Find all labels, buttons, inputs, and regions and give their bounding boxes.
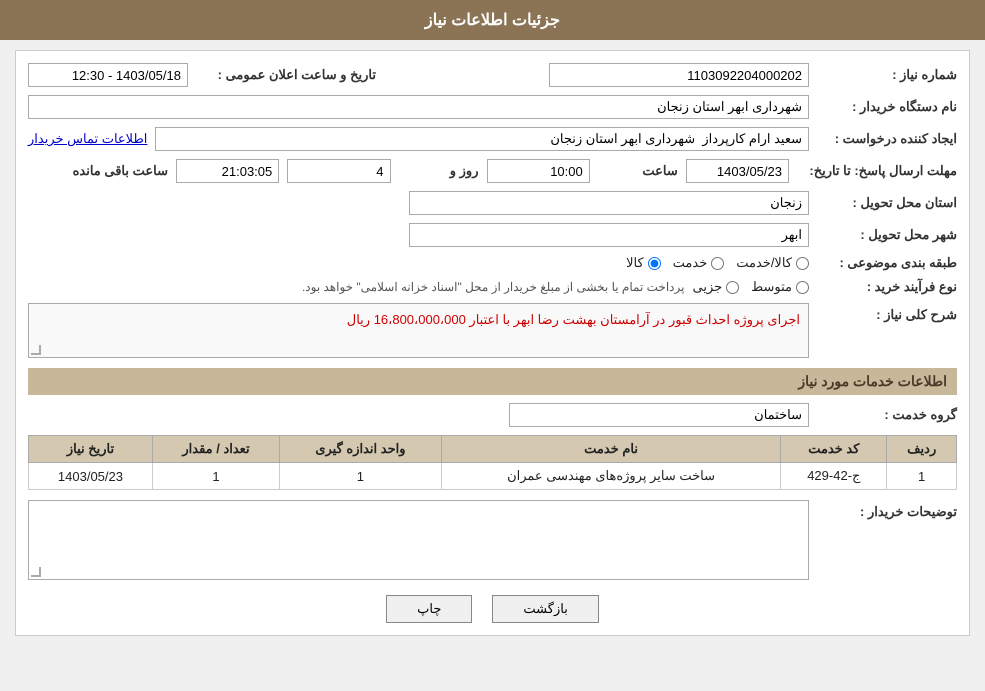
tarikh-input[interactable] xyxy=(28,63,188,87)
col-radif: ردیف xyxy=(887,436,957,463)
radio-motevaset-label: متوسط xyxy=(751,279,792,295)
cell-radif: 1 xyxy=(887,463,957,490)
sharh-text: اجرای پروژه احداث قبور در آرامستان بهشت … xyxy=(347,312,800,327)
cell-kod: ج-42-429 xyxy=(781,463,887,490)
ettelaat-link[interactable]: اطلاعات تماس خریدار xyxy=(28,131,147,147)
ijad-input[interactable] xyxy=(155,127,809,151)
radio-khidmat-input[interactable] xyxy=(711,257,724,270)
radio-kala[interactable]: کالا xyxy=(626,255,661,271)
tarikh-label: تاریخ و ساعت اعلان عمومی : xyxy=(196,67,376,83)
rooz-label: روز و xyxy=(399,163,479,179)
ostan-row: استان محل تحویل : xyxy=(28,191,957,215)
cell-tarikh: 1403/05/23 xyxy=(29,463,153,490)
radio-kala-khidmat[interactable]: کالا/خدمت xyxy=(736,255,809,271)
col-tarikh: تاریخ نیاز xyxy=(29,436,153,463)
tabaqe-label: طبقه بندی موضوعی : xyxy=(817,255,957,271)
shahr-label: شهر محل تحویل : xyxy=(817,227,957,243)
resize-handle xyxy=(31,345,41,355)
farayand-radios: متوسط جزیی xyxy=(692,279,809,295)
ijad-label: ایجاد کننده درخواست : xyxy=(817,131,957,147)
grooh-row: گروه خدمت : xyxy=(28,403,957,427)
table-header-row: ردیف کد خدمت نام خدمت واحد اندازه گیری ت… xyxy=(29,436,957,463)
mohlat-row: مهلت ارسال پاسخ: تا تاریخ: ساعت روز و سا… xyxy=(28,159,957,183)
cell-tedad: 1 xyxy=(152,463,279,490)
grooh-label: گروه خدمت : xyxy=(817,407,957,423)
radio-kala-khidmat-input[interactable] xyxy=(796,257,809,270)
radio-motevaset[interactable]: متوسط xyxy=(751,279,809,295)
ostan-input[interactable] xyxy=(409,191,809,215)
radio-motevaset-input[interactable] xyxy=(796,281,809,294)
radio-jozvi[interactable]: جزیی xyxy=(692,279,739,295)
rooz-input[interactable] xyxy=(287,159,390,183)
sharh-label: شرح کلی نیاز : xyxy=(817,303,957,323)
print-button[interactable]: چاپ xyxy=(386,595,472,623)
tabaqe-radios: کالا/خدمت خدمت کالا xyxy=(626,255,809,271)
baghimande-input[interactable] xyxy=(176,159,279,183)
shahr-input[interactable] xyxy=(409,223,809,247)
footer-buttons: بازگشت چاپ xyxy=(28,595,957,623)
namdastgah-label: نام دستگاه خریدار : xyxy=(817,99,957,115)
radio-jozvi-input[interactable] xyxy=(726,281,739,294)
mohlat-date-input[interactable] xyxy=(686,159,789,183)
sharh-row: شرح کلی نیاز : اجرای پروژه احداث قبور در… xyxy=(28,303,957,358)
tabaqe-row: طبقه بندی موضوعی : کالا/خدمت خدمت کالا xyxy=(28,255,957,271)
noe-farayand-row: نوع فرآیند خرید : متوسط جزیی پرداخت تمام… xyxy=(28,279,957,295)
mohlat-label: مهلت ارسال پاسخ: تا تاریخ: xyxy=(797,163,957,179)
ostan-label: استان محل تحویل : xyxy=(817,195,957,211)
notes-resize-handle xyxy=(31,567,41,577)
radio-khidmat[interactable]: خدمت xyxy=(673,255,725,271)
col-nam: نام خدمت xyxy=(441,436,781,463)
saat-label: ساعت xyxy=(598,163,678,179)
col-vahed: واحد اندازه گیری xyxy=(280,436,442,463)
services-table: ردیف کد خدمت نام خدمت واحد اندازه گیری ت… xyxy=(28,435,957,490)
radio-jozvi-label: جزیی xyxy=(692,279,722,295)
mohlat-saat-input[interactable] xyxy=(487,159,590,183)
cell-vahed: 1 xyxy=(280,463,442,490)
cell-nam: ساخت سایر پروژه‌های مهندسی عمران xyxy=(441,463,781,490)
radio-kala-input[interactable] xyxy=(648,257,661,270)
shomare-niaz-label: شماره نیاز : xyxy=(817,67,957,83)
shomare-niaz-input[interactable] xyxy=(549,63,809,87)
col-kod: کد خدمت xyxy=(781,436,887,463)
page-wrapper: جزئیات اطلاعات نیاز شماره نیاز : تاریخ و… xyxy=(0,0,985,691)
radio-kala-label: کالا xyxy=(626,255,644,271)
noe-farayand-label: نوع فرآیند خرید : xyxy=(817,279,957,295)
radio-khidmat-label: خدمت xyxy=(673,255,708,271)
shomare-niaz-row: شماره نیاز : تاریخ و ساعت اعلان عمومی : xyxy=(28,63,957,87)
khidmat-section-header: اطلاعات خدمات مورد نیاز xyxy=(28,368,957,395)
sharh-box[interactable]: اجرای پروژه احداث قبور در آرامستان بهشت … xyxy=(28,303,809,358)
table-row: 1ج-42-429ساخت سایر پروژه‌های مهندسی عمرا… xyxy=(29,463,957,490)
ijad-row: ایجاد کننده درخواست : اطلاعات تماس خریدا… xyxy=(28,127,957,151)
tawzih-label: توضیحات خریدار : xyxy=(817,500,957,520)
baghimande-label: ساعت باقی مانده xyxy=(28,163,168,179)
tawzih-box[interactable] xyxy=(28,500,809,580)
radio-kala-khidmat-label: کالا/خدمت xyxy=(736,255,792,271)
tawzih-row: توضیحات خریدار : xyxy=(28,500,957,580)
shahr-row: شهر محل تحویل : xyxy=(28,223,957,247)
back-button[interactable]: بازگشت xyxy=(492,595,598,623)
grooh-input[interactable] xyxy=(509,403,809,427)
page-title: جزئیات اطلاعات نیاز xyxy=(425,12,560,29)
namdastgah-input[interactable] xyxy=(28,95,809,119)
purchase-note: پرداخت تمام یا بخشی از مبلغ خریدار از مح… xyxy=(302,280,685,294)
namdastgah-row: نام دستگاه خریدار : xyxy=(28,95,957,119)
main-content: شماره نیاز : تاریخ و ساعت اعلان عمومی : … xyxy=(15,50,970,636)
col-tedad: تعداد / مقدار xyxy=(152,436,279,463)
page-header: جزئیات اطلاعات نیاز xyxy=(0,0,985,40)
